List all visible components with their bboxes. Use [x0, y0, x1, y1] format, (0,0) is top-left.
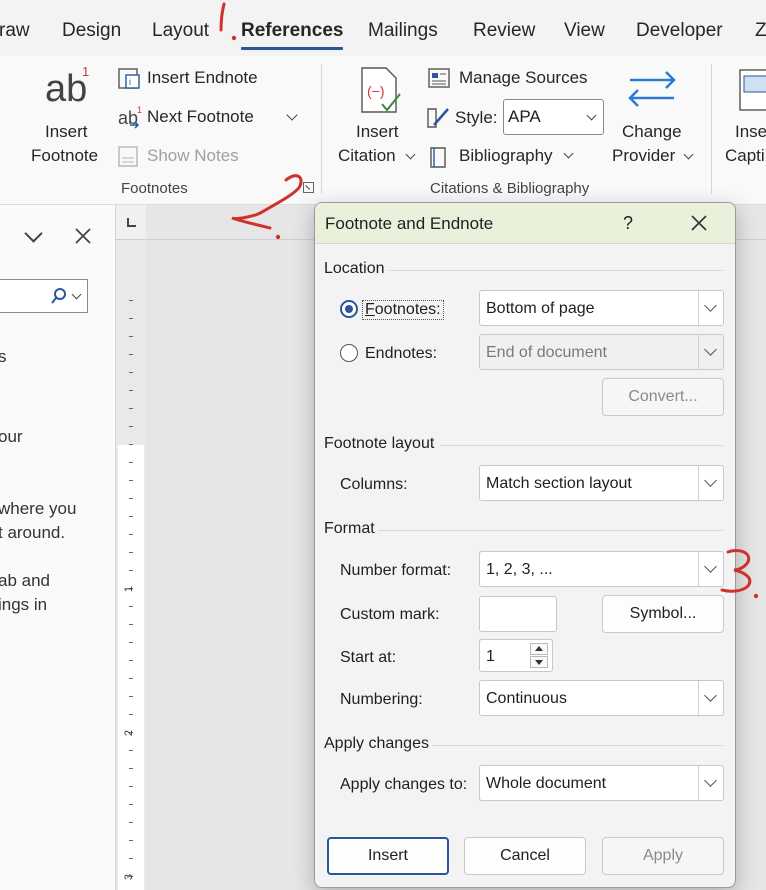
handwritten-annotations [219, 2, 759, 599]
